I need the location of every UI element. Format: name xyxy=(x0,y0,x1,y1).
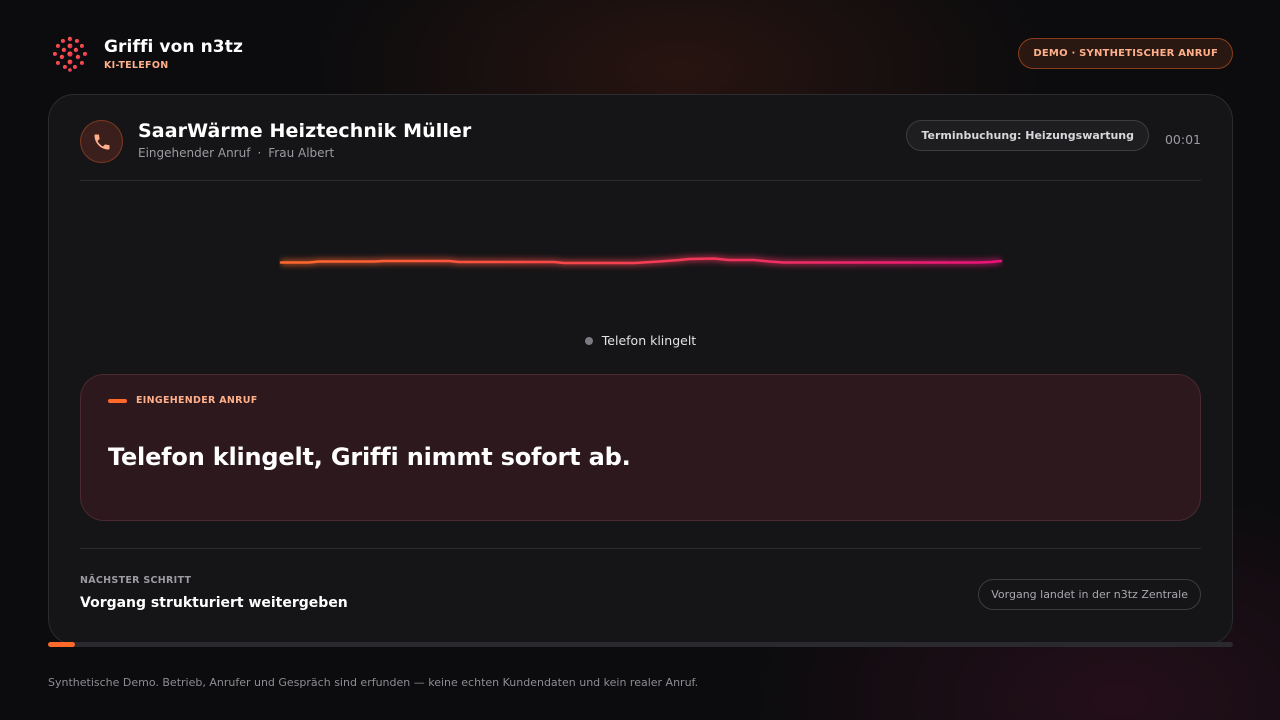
caller-name: Frau Albert xyxy=(268,146,335,160)
footer-divider xyxy=(80,548,1201,549)
event-panel: EINGEHENDER ANRUF Telefon klingelt, Grif… xyxy=(80,374,1201,521)
call-timer: 00:01 xyxy=(1164,132,1201,147)
event-label: EINGEHENDER ANRUF xyxy=(108,395,258,406)
status-label: Telefon klingelt xyxy=(601,333,697,348)
brand-title: Griffi von n3tz xyxy=(104,36,243,57)
event-text: Telefon klingelt, Griffi nimmt sofort ab… xyxy=(108,443,631,471)
next-step-text: Vorgang strukturiert weitergeben xyxy=(80,595,348,611)
header-divider xyxy=(80,180,1201,181)
destination-chip: Vorgang landet in der n3tz Zentrale xyxy=(978,579,1201,610)
call-direction: Eingehender Anruf xyxy=(138,146,251,160)
company-name: SaarWärme Heiztechnik Müller xyxy=(138,120,472,142)
meta-separator: · xyxy=(257,146,262,160)
call-header: SaarWärme Heiztechnik Müller Eingehender… xyxy=(80,120,1201,180)
audio-waveform xyxy=(279,255,1003,266)
brand-subtitle: KI-TELEFON xyxy=(104,59,169,71)
phone-icon xyxy=(94,134,109,149)
griffi-dots-logo-icon xyxy=(53,36,87,72)
call-progress-fill xyxy=(48,642,76,647)
next-step-label: NÄCHSTER SCHRITT xyxy=(80,575,192,586)
status-dot xyxy=(584,336,593,345)
call-status: Telefon klingelt xyxy=(49,333,1232,348)
topic-chip: Terminbuchung: Heizungswartung xyxy=(906,120,1149,151)
demo-badge: DEMO · SYNTHETISCHER ANRUF xyxy=(1018,38,1233,69)
event-label-bar xyxy=(108,398,127,403)
call-card: SaarWärme Heiztechnik Müller Eingehender… xyxy=(48,94,1233,645)
call-progress-bar xyxy=(48,642,1233,647)
phone-icon-circle xyxy=(80,120,123,163)
footer-disclaimer: Synthetische Demo. Betrieb, Anrufer und … xyxy=(48,676,699,689)
call-meta: Eingehender Anruf · Frau Albert xyxy=(138,146,334,160)
brand: Griffi von n3tz KI-TELEFON xyxy=(52,36,243,72)
event-label-text: EINGEHENDER ANRUF xyxy=(136,395,258,406)
